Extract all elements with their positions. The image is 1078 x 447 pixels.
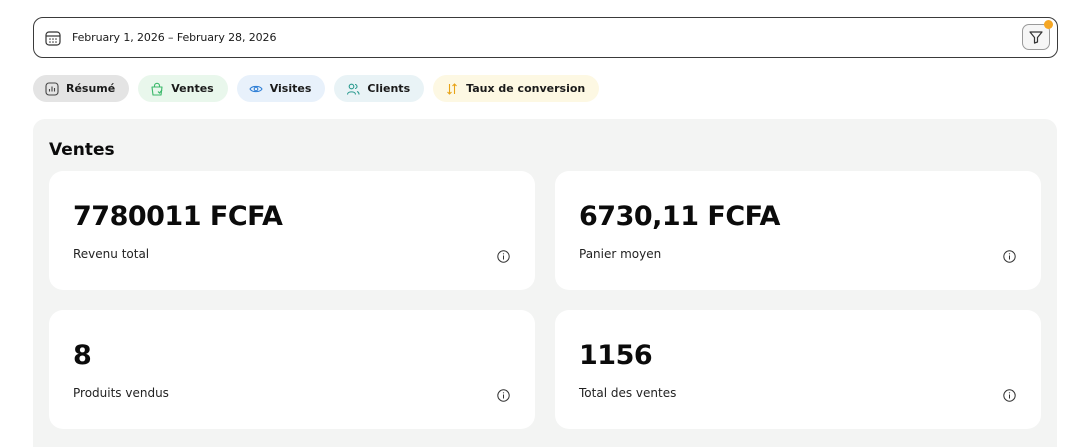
kpi-card-produits-vendus: 8 Produits vendus — [49, 310, 535, 429]
kpi-card-total-des-ventes: 1156 Total des ventes — [555, 310, 1041, 429]
eye-icon — [249, 85, 263, 92]
kpi-card-panier-moyen: 6730,11 FCFA Panier moyen — [555, 171, 1041, 290]
kpi-label: Revenu total — [73, 247, 150, 261]
kpi-label: Produits vendus — [73, 386, 169, 400]
tab-label: Taux de conversion — [466, 82, 586, 95]
kpi-value: 6730,11 FCFA — [579, 201, 780, 232]
tab-taux-de-conversion[interactable]: Taux de conversion — [433, 75, 600, 102]
info-icon[interactable] — [1003, 250, 1016, 263]
sort-arrows-icon — [447, 82, 458, 95]
date-range-picker[interactable]: February 1, 2026 – February 28, 2026 — [33, 17, 1058, 58]
date-range-text: February 1, 2026 – February 28, 2026 — [72, 31, 277, 44]
tab-resume[interactable]: Résumé — [33, 75, 130, 102]
info-icon[interactable] — [497, 389, 510, 402]
section-title: Ventes — [49, 140, 115, 160]
kpi-value: 7780011 FCFA — [73, 201, 283, 232]
tab-ventes[interactable]: Ventes — [138, 75, 228, 102]
info-icon[interactable] — [1003, 389, 1016, 402]
tab-clients[interactable]: Clients — [334, 75, 425, 102]
kpi-value: 8 — [73, 340, 92, 371]
ventes-panel: Ventes 7780011 FCFA Revenu total 6730,11… — [33, 119, 1057, 447]
shopping-bag-icon — [151, 82, 163, 96]
kpi-value: 1156 — [579, 340, 653, 371]
calendar-icon — [44, 29, 62, 47]
tab-label: Visites — [269, 82, 312, 95]
kpi-label: Panier moyen — [579, 247, 662, 261]
info-icon[interactable] — [497, 250, 510, 263]
tab-label: Résumé — [66, 82, 116, 95]
users-icon — [347, 83, 360, 95]
filter-icon — [1029, 31, 1043, 44]
tab-visites[interactable]: Visites — [236, 75, 326, 102]
report-tabs: Résumé Ventes Visites Clients Taux de co… — [33, 75, 600, 102]
filter-active-badge — [1044, 20, 1053, 29]
kpi-label: Total des ventes — [579, 386, 677, 400]
bar-chart-icon — [45, 81, 59, 96]
filter-button[interactable] — [1022, 20, 1053, 50]
tab-label: Ventes — [171, 82, 214, 95]
kpi-card-revenu-total: 7780011 FCFA Revenu total — [49, 171, 535, 290]
tab-label: Clients — [367, 82, 411, 95]
